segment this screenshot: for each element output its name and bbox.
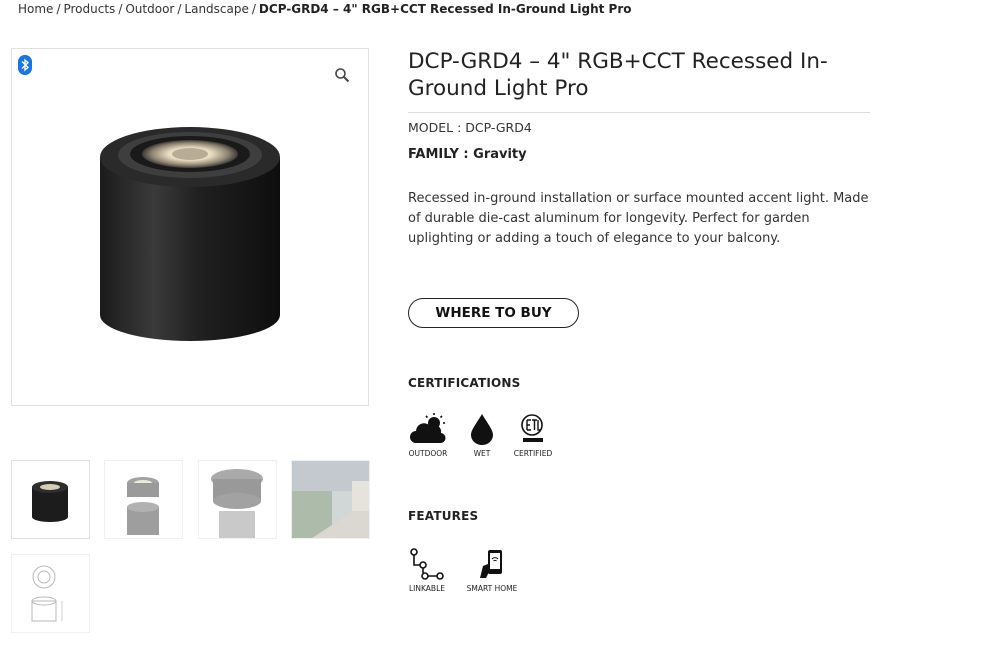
cert-wet-label: WET [473, 449, 491, 458]
cert-outdoor-label: OUTDOOR [408, 449, 448, 458]
thumbnail-image [127, 477, 159, 535]
product-description: Recessed in-ground installation or surfa… [408, 191, 869, 246]
breadcrumb-separator: / [118, 2, 123, 16]
thumbnail-garden[interactable] [291, 460, 370, 539]
feature-linkable: LINKABLE [408, 548, 446, 593]
cert-outdoor: OUTDOOR [408, 413, 448, 458]
cert-certified: CERTIFIED [512, 413, 554, 458]
linkable-icon [410, 548, 444, 580]
features-heading: FEATURES [408, 509, 479, 523]
water-drop-icon [471, 414, 493, 445]
smart-phone-icon [480, 550, 502, 578]
etl-intertek-icon [521, 414, 543, 442]
main-product-image[interactable] [11, 48, 369, 406]
thumbnail-cutaway[interactable] [104, 460, 183, 539]
product-info: DCP-GRD4 – 4" RGB+CCT Recessed In-Ground… [408, 48, 870, 593]
thumbnail-product-front[interactable] [11, 460, 90, 539]
where-to-buy-button[interactable]: WHERE TO BUY [408, 298, 579, 328]
thumbnail-mounting[interactable] [198, 460, 277, 539]
breadcrumb-separator: / [56, 2, 61, 16]
breadcrumb-landscape[interactable]: Landscape [184, 2, 248, 16]
breadcrumb-separator: / [251, 2, 256, 16]
thumbnail-image [31, 565, 63, 622]
product-family: FAMILY : Gravity [408, 147, 527, 162]
breadcrumb-home[interactable]: Home [18, 2, 53, 16]
cert-certified-label: CERTIFIED [513, 449, 553, 458]
feature-smart-home-label: SMART HOME [466, 584, 518, 593]
cert-wet: WET [464, 413, 500, 458]
cloud-sun-icon [410, 413, 446, 444]
product-photo [100, 127, 280, 341]
breadcrumb-products[interactable]: Products [63, 2, 115, 16]
feature-linkable-label: LINKABLE [409, 584, 445, 593]
product-title: DCP-GRD4 – 4" RGB+CCT Recessed In-Ground… [408, 48, 870, 113]
breadcrumb-separator: / [177, 2, 182, 16]
thumbnail-dimensions[interactable] [11, 554, 90, 633]
thumbnail-image [211, 469, 263, 538]
breadcrumb-current: DCP-GRD4 – 4" RGB+CCT Recessed In-Ground… [258, 2, 632, 16]
feature-smart-home: SMART HOME [464, 548, 520, 593]
thumbnail-image [32, 481, 68, 522]
product-model: MODEL : DCP-GRD4 [408, 120, 532, 135]
certifications-heading: CERTIFICATIONS [408, 376, 521, 390]
breadcrumb: Home / Products / Outdoor / Landscape / DCP-GRD4… [18, 2, 632, 16]
thumbnail-image [292, 461, 369, 538]
breadcrumb-outdoor[interactable]: Outdoor [125, 2, 174, 16]
